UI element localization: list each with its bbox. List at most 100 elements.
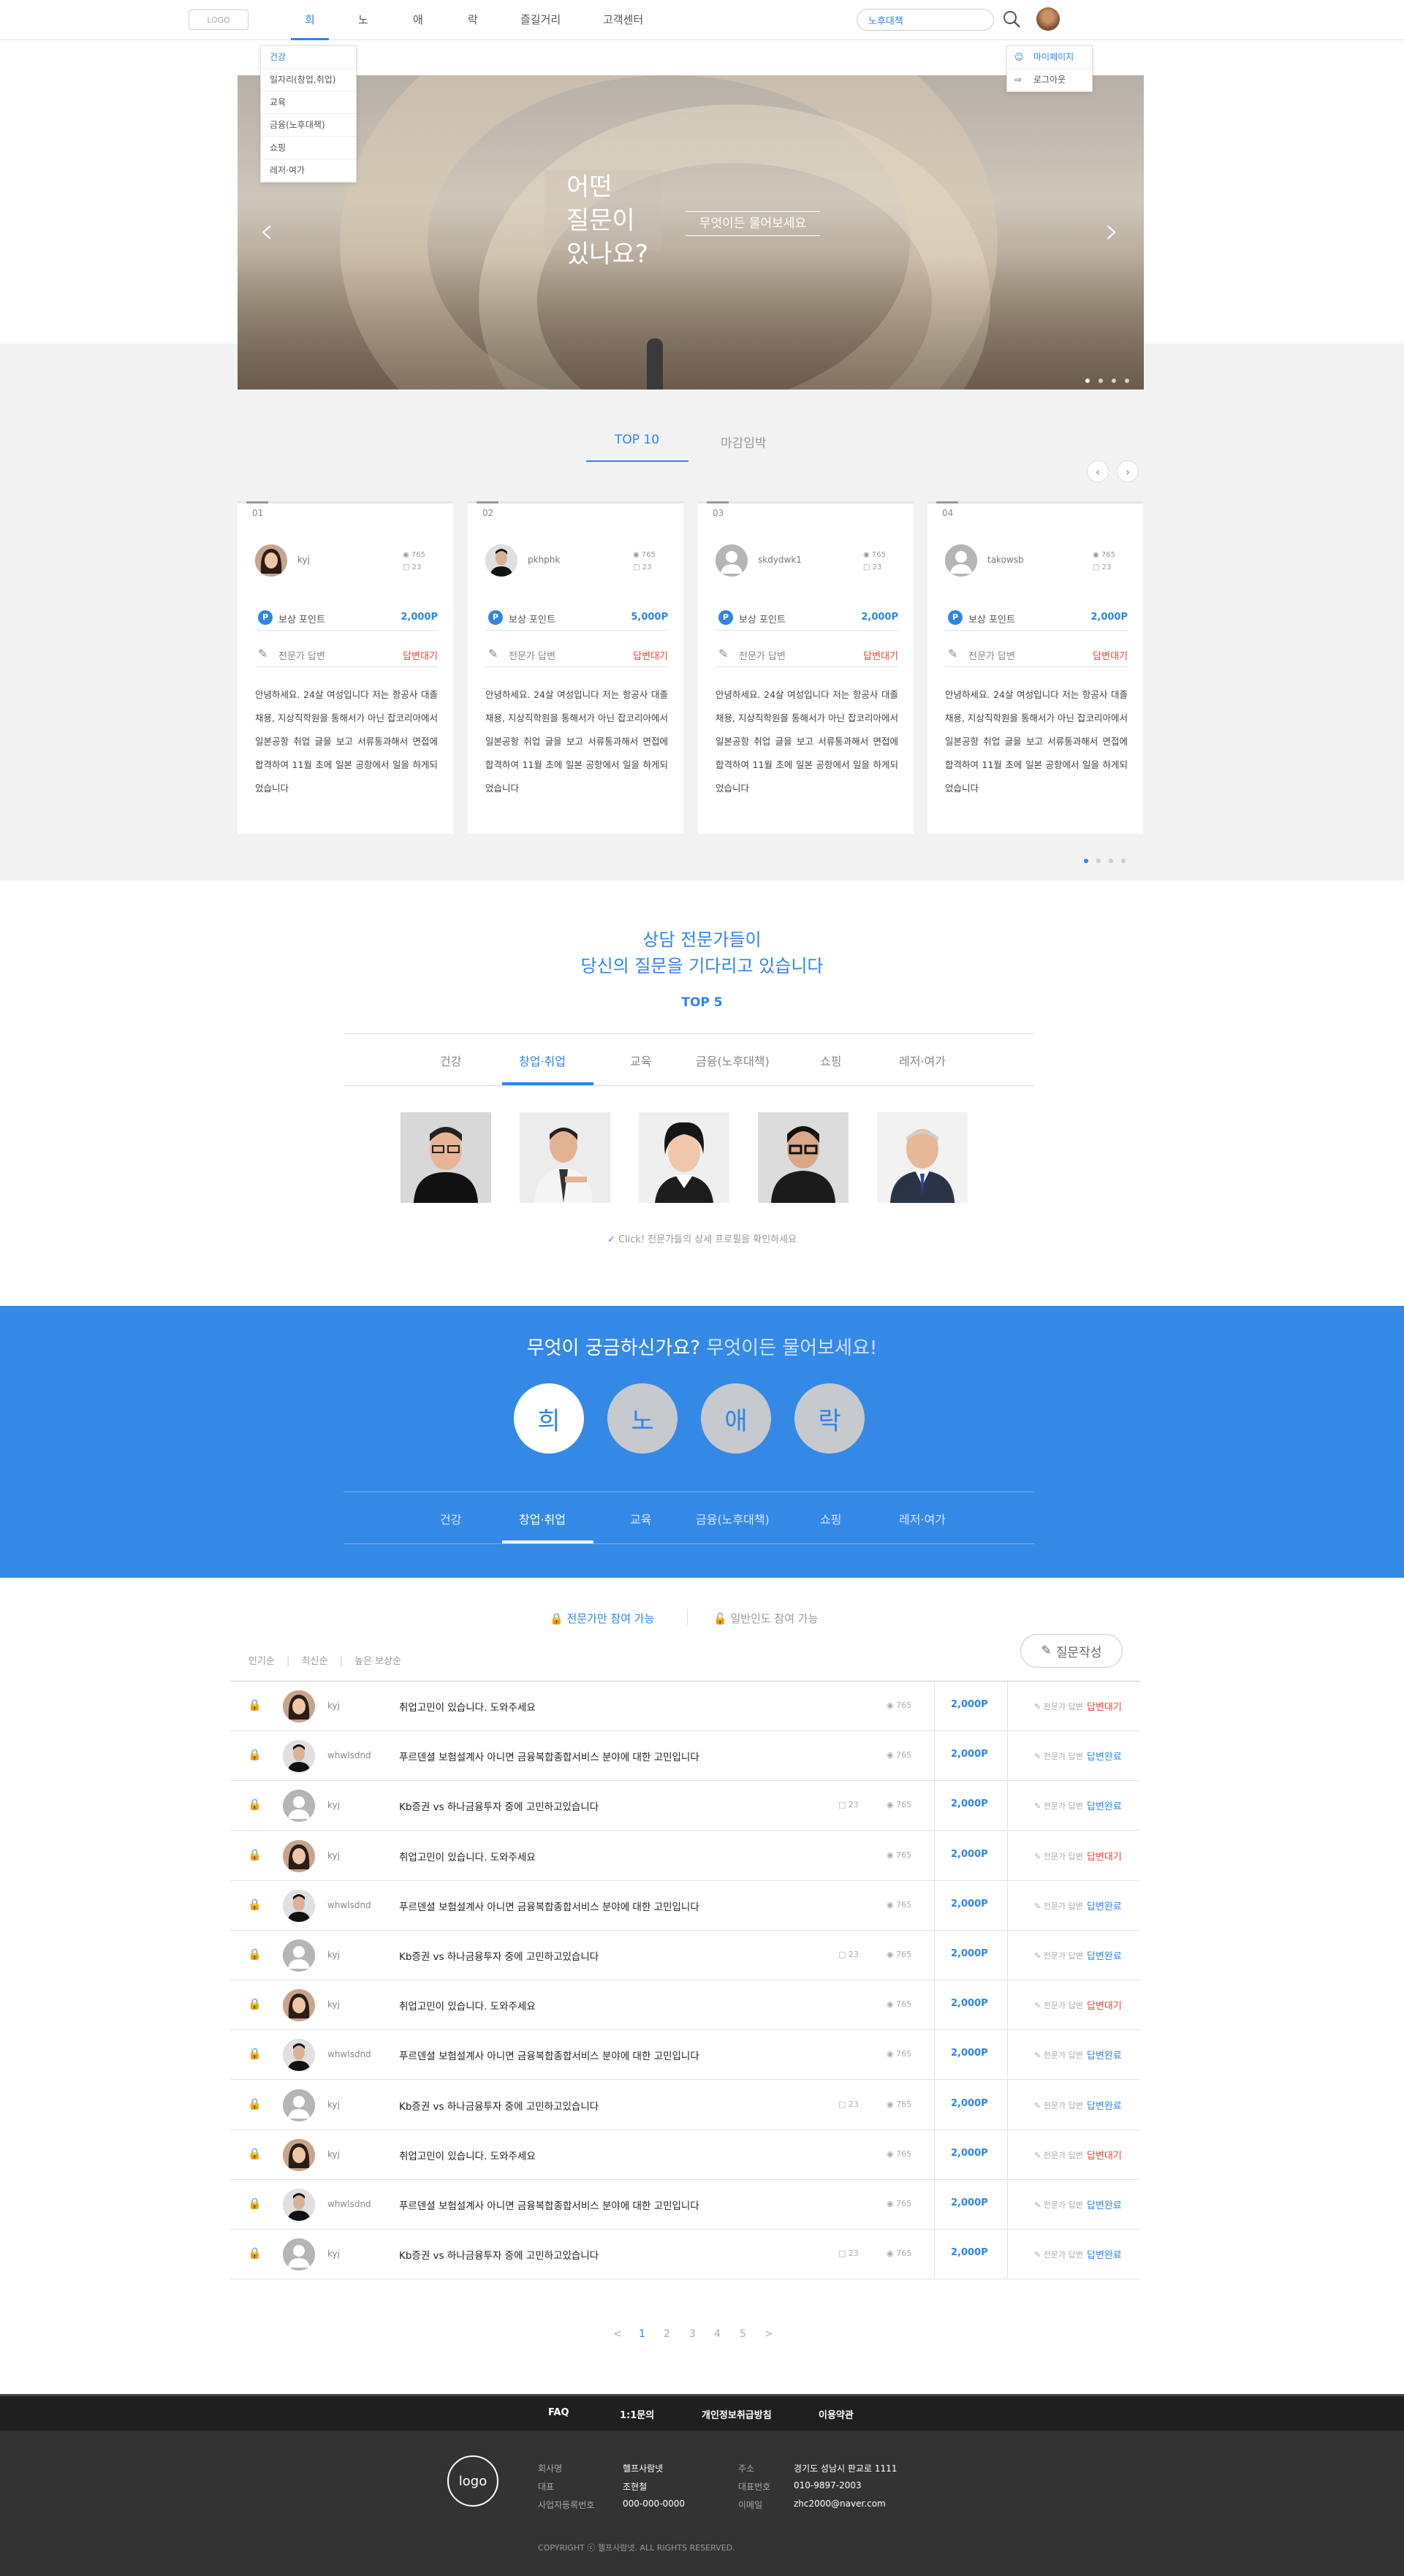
footer-link-terms[interactable]: 이용약관 xyxy=(819,2407,854,2421)
search-input[interactable]: 노후대책 xyxy=(857,9,994,31)
pager-page[interactable]: 5 xyxy=(740,2328,746,2340)
menu-logout[interactable]: ⇨ 로그아웃 xyxy=(1007,69,1092,91)
tab-education[interactable]: 교육 xyxy=(630,1510,651,1527)
tab-finance[interactable]: 금융(노후대책) xyxy=(696,1052,770,1069)
expert-photo[interactable] xyxy=(877,1112,968,1203)
sort-latest[interactable]: 최신순 xyxy=(302,1656,328,1667)
table-row[interactable]: 🔒 whwlsdnd 푸르덴셜 보험설계사 아니면 금융복합종합서비스 분야에 대한… xyxy=(230,2030,1140,2081)
circle-ae[interactable]: 애 xyxy=(701,1383,771,1454)
pager-prev[interactable]: < xyxy=(613,2328,622,2340)
dropdown-item-education[interactable]: 교육 xyxy=(261,91,356,114)
hero-ask-button[interactable]: 무엇이든 물어보세요 xyxy=(686,211,820,236)
expert-photo[interactable] xyxy=(639,1112,729,1203)
table-row[interactable]: 🔒 whwlsdnd 푸르덴셜 보험설계사 아니면 금융복합종합서비스 분야에 대한… xyxy=(230,1731,1140,1782)
hero-next-arrow[interactable]: › xyxy=(1105,210,1119,251)
write-question-button[interactable]: ✎ 질문작성 xyxy=(1020,1634,1123,1668)
filter-experts-only[interactable]: 🔒 전문가만 참여 가능 xyxy=(550,1611,654,1626)
hero-dot[interactable] xyxy=(1098,379,1103,383)
table-row[interactable]: 🔒 kyj Kb증권 vs 하나금융투자 중에 고민하고있습니다 □ 23 ◉ 765 2… xyxy=(230,2080,1140,2130)
row-title[interactable]: 푸르덴셜 보험설계사 아니면 금융복합종합서비스 분야에 대한 고민입니다 xyxy=(399,1749,699,1763)
nav-item-rak[interactable]: 락 xyxy=(468,12,478,27)
table-row[interactable]: 🔒 kyj 취업고민이 있습니다. 도와주세요 ◉ 765 2,000P ✎ 전문가 답변… xyxy=(230,1831,1140,1881)
sort-popular[interactable]: 인기순 xyxy=(248,1656,275,1667)
cards-dot[interactable] xyxy=(1096,859,1101,863)
footer-link-inquiry[interactable]: 1:1문의 xyxy=(620,2407,654,2421)
footer-link-faq[interactable]: FAQ xyxy=(548,2407,569,2418)
hero-dot[interactable] xyxy=(1085,379,1090,383)
menu-mypage[interactable]: ☺ 마이페이지 xyxy=(1007,46,1092,69)
tab-top10[interactable]: TOP 10 xyxy=(615,433,659,447)
carousel-next-button[interactable]: › xyxy=(1117,460,1139,482)
filter-general[interactable]: 🔓 일반인도 참여 가능 xyxy=(713,1611,818,1626)
pager-page[interactable]: 1 xyxy=(639,2328,645,2340)
dropdown-item-health[interactable]: 건강 xyxy=(261,46,356,69)
question-card[interactable]: 04 takowsb ◉ 765 □ 23 P 보상 포인트 2,000P ✎ 전문가 답변 답변… xyxy=(927,501,1143,834)
carousel-prev-button[interactable]: ‹ xyxy=(1087,460,1109,482)
table-row[interactable]: 🔒 kyj Kb증권 vs 하나금융투자 중에 고민하고있습니다 □ 23 ◉ 765 2… xyxy=(230,2230,1140,2280)
tab-education[interactable]: 교육 xyxy=(630,1052,651,1069)
row-title[interactable]: Kb증권 vs 하나금융투자 중에 고민하고있습니다 xyxy=(399,1798,599,1813)
nav-item-ae[interactable]: 애 xyxy=(413,12,423,27)
cards-dot[interactable] xyxy=(1084,859,1088,863)
hero-prev-arrow[interactable]: ‹ xyxy=(259,210,273,251)
table-row[interactable]: 🔒 kyj 취업고민이 있습니다. 도와주세요 ◉ 765 2,000P ✎ 전문가 답변… xyxy=(230,1682,1140,1731)
pager-page[interactable]: 3 xyxy=(689,2328,696,2340)
user-avatar[interactable] xyxy=(1036,7,1060,31)
dropdown-item-shopping[interactable]: 쇼핑 xyxy=(261,137,356,159)
nav-item-support[interactable]: 고객센터 xyxy=(603,12,643,27)
table-row[interactable]: 🔒 kyj Kb증권 vs 하나금융투자 중에 고민하고있습니다 □ 23 ◉ 765 2… xyxy=(230,1931,1140,1980)
row-title[interactable]: 푸르덴셜 보험설계사 아니면 금융복합종합서비스 분야에 대한 고민입니다 xyxy=(399,1899,699,1913)
row-title[interactable]: 취업고민이 있습니다. 도와주세요 xyxy=(399,1849,536,1863)
search-icon[interactable] xyxy=(1001,9,1022,29)
row-title[interactable]: 푸르덴셜 보험설계사 아니면 금융복합종합서비스 분야에 대한 고민입니다 xyxy=(399,2197,699,2212)
expert-photo[interactable] xyxy=(401,1112,491,1203)
cards-dot[interactable] xyxy=(1109,859,1113,863)
expert-photo[interactable] xyxy=(758,1112,849,1203)
sort-reward[interactable]: 높은 보상순 xyxy=(354,1656,401,1667)
footer-link-privacy[interactable]: 개인정보취급방침 xyxy=(702,2407,772,2421)
circle-rak[interactable]: 락 xyxy=(794,1383,865,1454)
hero-dot[interactable] xyxy=(1125,379,1129,383)
circle-no[interactable]: 노 xyxy=(607,1383,678,1454)
tab-finance[interactable]: 금융(노후대책) xyxy=(696,1510,770,1527)
tab-deadline[interactable]: 마감임박 xyxy=(721,433,767,451)
nav-item-hee[interactable]: 희 xyxy=(305,12,315,27)
pager-page[interactable]: 4 xyxy=(714,2328,721,2340)
row-title[interactable]: Kb증권 vs 하나금융투자 중에 고민하고있습니다 xyxy=(399,2247,599,2262)
tab-shopping[interactable]: 쇼핑 xyxy=(820,1052,841,1069)
tab-health[interactable]: 건강 xyxy=(440,1510,461,1527)
tab-jobs[interactable]: 창업·취업 xyxy=(519,1510,566,1527)
row-title[interactable]: Kb증권 vs 하나금융투자 중에 고민하고있습니다 xyxy=(399,1948,599,1963)
dropdown-item-jobs[interactable]: 일자리(창업,취업) xyxy=(261,69,356,91)
table-row[interactable]: 🔒 whwlsdnd 푸르덴셜 보험설계사 아니면 금융복합종합서비스 분야에 대한… xyxy=(230,1880,1140,1931)
question-card[interactable]: 01 kyj ◉ 765 □ 23 P 보상 포인트 2,000P ✎ 전문가 답변 답변대기 안녕… xyxy=(238,501,453,834)
tab-leisure[interactable]: 레저·여가 xyxy=(899,1052,946,1069)
pager-next[interactable]: > xyxy=(764,2328,773,2340)
row-title[interactable]: Kb증권 vs 하나금융투자 중에 고민하고있습니다 xyxy=(399,2098,599,2113)
row-title[interactable]: 푸르덴셜 보험설계사 아니면 금융복합종합서비스 분야에 대한 고민입니다 xyxy=(399,2048,699,2062)
tab-shopping[interactable]: 쇼핑 xyxy=(820,1510,841,1527)
table-row[interactable]: 🔒 whwlsdnd 푸르덴셜 보험설계사 아니면 금융복합종합서비스 분야에 대한… xyxy=(230,2180,1140,2230)
footer-value: 경기도 성남시 판교로 1111 xyxy=(794,2463,898,2474)
question-card[interactable]: 03 skdydwk1 ◉ 765 □ 23 P 보상 포인트 2,000P ✎ 전문가 답변 답… xyxy=(698,501,914,834)
table-row[interactable]: 🔒 kyj 취업고민이 있습니다. 도와주세요 ◉ 765 2,000P ✎ 전문가 답변… xyxy=(230,2129,1140,2180)
dropdown-item-finance[interactable]: 금융(노후대책) xyxy=(261,114,356,137)
table-row[interactable]: 🔒 kyj 취업고민이 있습니다. 도와주세요 ◉ 765 2,000P ✎ 전문가 답변… xyxy=(230,1980,1140,2031)
tab-jobs[interactable]: 창업·취업 xyxy=(519,1052,566,1069)
nav-item-fun[interactable]: 즐길거리 xyxy=(520,12,561,27)
cards-dot[interactable] xyxy=(1121,859,1126,863)
tab-health[interactable]: 건강 xyxy=(440,1052,461,1069)
circle-hee[interactable]: 희 xyxy=(514,1383,584,1454)
row-title[interactable]: 취업고민이 있습니다. 도와주세요 xyxy=(399,1998,536,2013)
pager-page[interactable]: 2 xyxy=(664,2328,670,2340)
question-card[interactable]: 02 pkhphk ◉ 765 □ 23 P 보상 포인트 5,000P ✎ 전문가 답변 답변대… xyxy=(468,501,683,834)
logo[interactable]: LOGO xyxy=(189,10,248,30)
row-title[interactable]: 취업고민이 있습니다. 도와주세요 xyxy=(399,1699,536,1714)
nav-item-no[interactable]: 노 xyxy=(358,12,368,27)
expert-photo[interactable] xyxy=(520,1112,610,1203)
table-row[interactable]: 🔒 kyj Kb증권 vs 하나금융투자 중에 고민하고있습니다 □ 23 ◉ 765 2… xyxy=(230,1781,1140,1831)
tab-leisure[interactable]: 레저·여가 xyxy=(899,1510,946,1527)
hero-dot[interactable] xyxy=(1112,379,1116,383)
row-title[interactable]: 취업고민이 있습니다. 도와주세요 xyxy=(399,2148,536,2162)
dropdown-item-leisure[interactable]: 레저·여가 xyxy=(261,159,356,182)
